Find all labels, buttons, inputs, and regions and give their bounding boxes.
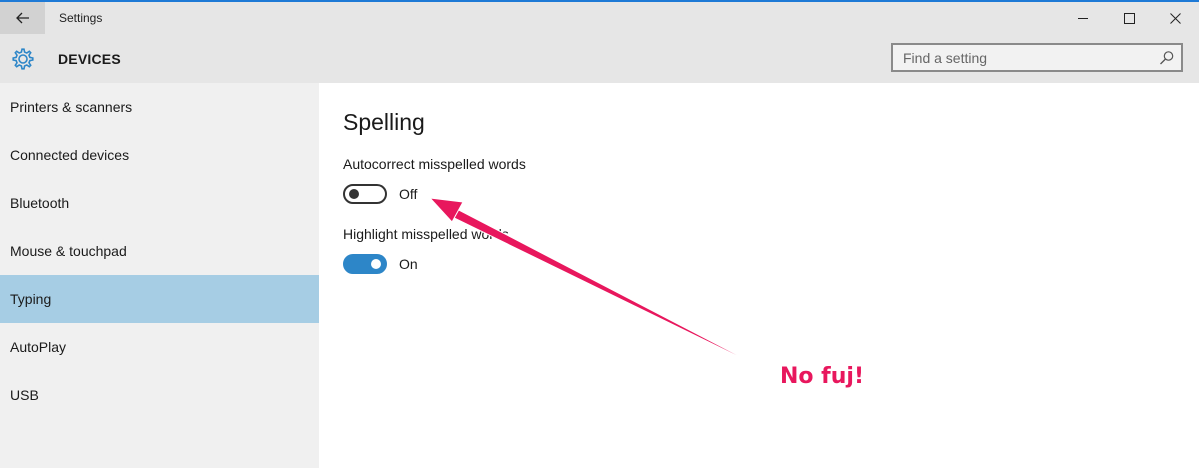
- sidebar-item-label: Connected devices: [10, 147, 130, 163]
- sidebar-item-label: Bluetooth: [10, 195, 70, 211]
- sidebar-item-label: Typing: [10, 291, 52, 307]
- sidebar-item-autoplay[interactable]: AutoPlay: [0, 323, 319, 371]
- sidebar-item-typing[interactable]: Typing: [0, 275, 319, 323]
- close-button[interactable]: [1152, 2, 1198, 34]
- sidebar-item-label: Printers & scanners: [10, 99, 133, 115]
- annotation-text: No fuj!: [780, 364, 864, 389]
- sidebar-item-mouse-touchpad[interactable]: Mouse & touchpad: [0, 227, 319, 275]
- back-button[interactable]: [0, 2, 45, 34]
- search-input[interactable]: [903, 49, 1153, 67]
- minimize-button[interactable]: [1060, 2, 1106, 34]
- section-title: DEVICES: [58, 51, 121, 67]
- sidebar: Printers & scanners Connected devices Bl…: [0, 83, 319, 468]
- maximize-icon: [1123, 12, 1135, 24]
- sidebar-item-label: USB: [10, 387, 39, 403]
- sidebar-item-bluetooth[interactable]: Bluetooth: [0, 179, 319, 227]
- settings-window: Settings DEVICES Printers & scanners: [0, 0, 1199, 468]
- toggle-knob: [371, 259, 381, 269]
- toggle-knob: [349, 189, 359, 199]
- highlight-toggle[interactable]: [343, 254, 387, 274]
- group-title-spelling: Spelling: [343, 109, 425, 135]
- app-title: Settings: [59, 11, 103, 25]
- main-content: Spelling Autocorrect misspelled words Of…: [319, 83, 1199, 468]
- sidebar-item-usb[interactable]: USB: [0, 371, 319, 419]
- minimize-icon: [1077, 17, 1088, 19]
- sidebar-item-printers-scanners[interactable]: Printers & scanners: [0, 83, 319, 131]
- search-box[interactable]: [891, 43, 1183, 72]
- autocorrect-toggle[interactable]: [343, 184, 387, 204]
- close-icon: [1169, 12, 1181, 24]
- autocorrect-state: Off: [399, 186, 418, 202]
- maximize-button[interactable]: [1106, 2, 1152, 34]
- sidebar-item-connected-devices[interactable]: Connected devices: [0, 131, 319, 179]
- autocorrect-label: Autocorrect misspelled words: [343, 156, 526, 172]
- back-arrow-icon: [15, 12, 29, 24]
- highlight-state: On: [399, 256, 418, 272]
- highlight-label: Highlight misspelled words: [343, 226, 509, 242]
- sidebar-item-label: Mouse & touchpad: [10, 243, 127, 259]
- search-icon[interactable]: [1159, 50, 1175, 66]
- gear-icon: [12, 48, 34, 70]
- sidebar-item-label: AutoPlay: [10, 339, 67, 355]
